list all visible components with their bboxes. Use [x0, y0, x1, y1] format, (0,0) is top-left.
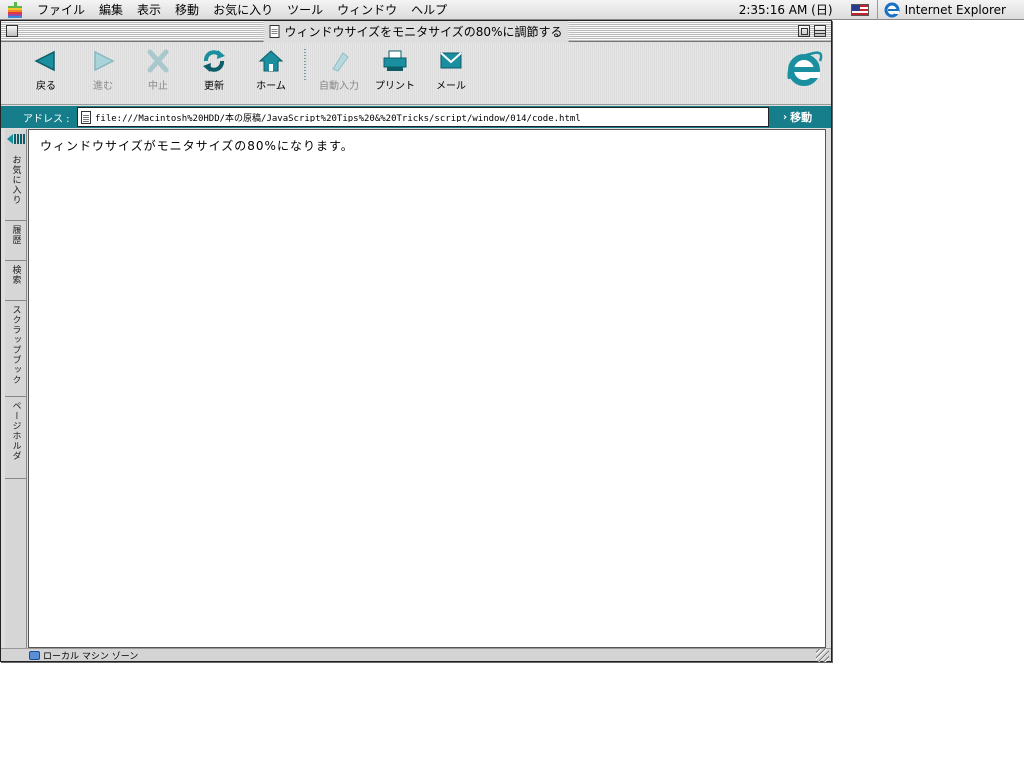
page-content: ウィンドウサイズがモニタサイズの80%になります。: [28, 129, 826, 648]
back-button[interactable]: 戻る: [20, 47, 72, 101]
print-button[interactable]: プリント: [369, 47, 421, 101]
file-icon[interactable]: [81, 110, 91, 124]
home-button[interactable]: ホーム: [245, 47, 297, 101]
window-title-bar[interactable]: ウィンドウサイズをモニタサイズの80%に調節する: [1, 21, 831, 42]
home-label: ホーム: [256, 81, 286, 92]
tab-scrapbook[interactable]: スクラップブック: [5, 301, 27, 397]
menu-window[interactable]: ウィンドウ: [330, 0, 404, 20]
mail-label: メール: [436, 81, 466, 92]
tab-history[interactable]: 履歴: [5, 221, 27, 261]
close-box[interactable]: [6, 25, 18, 37]
stop-x-icon: [147, 49, 169, 73]
mail-button[interactable]: メール: [425, 47, 477, 101]
window-title: ウィンドウサイズをモニタサイズの80%に調節する: [263, 21, 569, 42]
system-menu-bar: ファイル 編集 表示 移動 お気に入り ツール ウィンドウ ヘルプ 2:35:1…: [0, 0, 1024, 20]
print-label: プリント: [375, 81, 415, 92]
go-button[interactable]: › 移動: [783, 106, 812, 128]
mail-envelope-icon: [440, 52, 462, 69]
forward-label: 進む: [93, 81, 113, 92]
apple-menu-icon[interactable]: [0, 0, 30, 20]
explorer-toggle-icon: [7, 134, 25, 144]
autofill-button[interactable]: 自動入力: [313, 47, 365, 101]
explorer-bar: お気に入り 履歴 検索 スクラップブック ページホルダ: [5, 129, 27, 648]
tab-page-holder[interactable]: ページホルダ: [5, 397, 27, 479]
computer-zone-icon: [29, 651, 40, 660]
menu-help[interactable]: ヘルプ: [404, 0, 454, 20]
document-icon: [269, 25, 280, 38]
url-input[interactable]: [95, 112, 755, 122]
stop-label: 中止: [148, 81, 168, 92]
address-field[interactable]: [77, 107, 769, 127]
home-icon: [258, 50, 284, 72]
tab-search[interactable]: 検索: [5, 261, 27, 301]
autofill-pen-icon: [332, 52, 349, 72]
menu-view[interactable]: 表示: [130, 0, 168, 20]
tab-favorites[interactable]: お気に入り: [5, 151, 27, 221]
refresh-label: 更新: [204, 81, 224, 92]
zoom-box[interactable]: [798, 25, 810, 37]
explorer-bar-toggle[interactable]: [5, 131, 27, 147]
address-label: アドレス :: [23, 113, 70, 125]
menubar-separator: [876, 0, 878, 20]
security-zone[interactable]: ローカル マシン ゾーン: [29, 649, 138, 662]
refresh-icon: [203, 50, 225, 72]
autofill-label: 自動入力: [319, 81, 359, 92]
menu-favorites[interactable]: お気に入り: [206, 0, 280, 20]
go-arrow-icon: ›: [783, 111, 788, 123]
internet-explorer-logo-icon: [787, 51, 823, 86]
printer-icon: [383, 50, 407, 71]
menu-tools[interactable]: ツール: [280, 0, 330, 20]
browser-toolbar: 戻る 進む 中止 更新 ホーム 自動入力 プリント メール: [1, 43, 831, 105]
window-title-text: ウィンドウサイズをモニタサイズの80%に調節する: [284, 25, 563, 39]
application-menu[interactable]: Internet Explorer: [884, 2, 1024, 18]
page-body-text: ウィンドウサイズがモニタサイズの80%になります。: [40, 139, 354, 153]
address-bar: アドレス : › 移動: [1, 106, 831, 128]
back-label: 戻る: [36, 81, 56, 92]
internet-explorer-icon: [884, 2, 900, 17]
menu-edit[interactable]: 編集: [92, 0, 130, 20]
menu-go[interactable]: 移動: [168, 0, 206, 20]
browser-window: ウィンドウサイズをモニタサイズの80%に調節する 戻る 進む 中止 更新 ホーム…: [0, 20, 832, 662]
resize-grip[interactable]: [816, 649, 829, 662]
stop-button[interactable]: 中止: [132, 47, 184, 101]
zone-label: ローカル マシン ゾーン: [43, 652, 139, 662]
toolbar-divider: [304, 49, 306, 81]
refresh-button[interactable]: 更新: [188, 47, 240, 101]
keyboard-layout-flag-icon[interactable]: [850, 3, 869, 16]
menu-file[interactable]: ファイル: [30, 0, 92, 20]
application-name: Internet Explorer: [904, 2, 1006, 17]
status-bar: ローカル マシン ゾーン: [1, 648, 831, 662]
back-arrow-icon: [34, 50, 55, 72]
go-label: 移動: [790, 111, 813, 124]
forward-button[interactable]: 進む: [77, 47, 129, 101]
collapse-box[interactable]: [814, 25, 826, 37]
menubar-clock[interactable]: 2:35:16 AM (日): [729, 0, 843, 20]
forward-arrow-icon: [94, 50, 115, 72]
